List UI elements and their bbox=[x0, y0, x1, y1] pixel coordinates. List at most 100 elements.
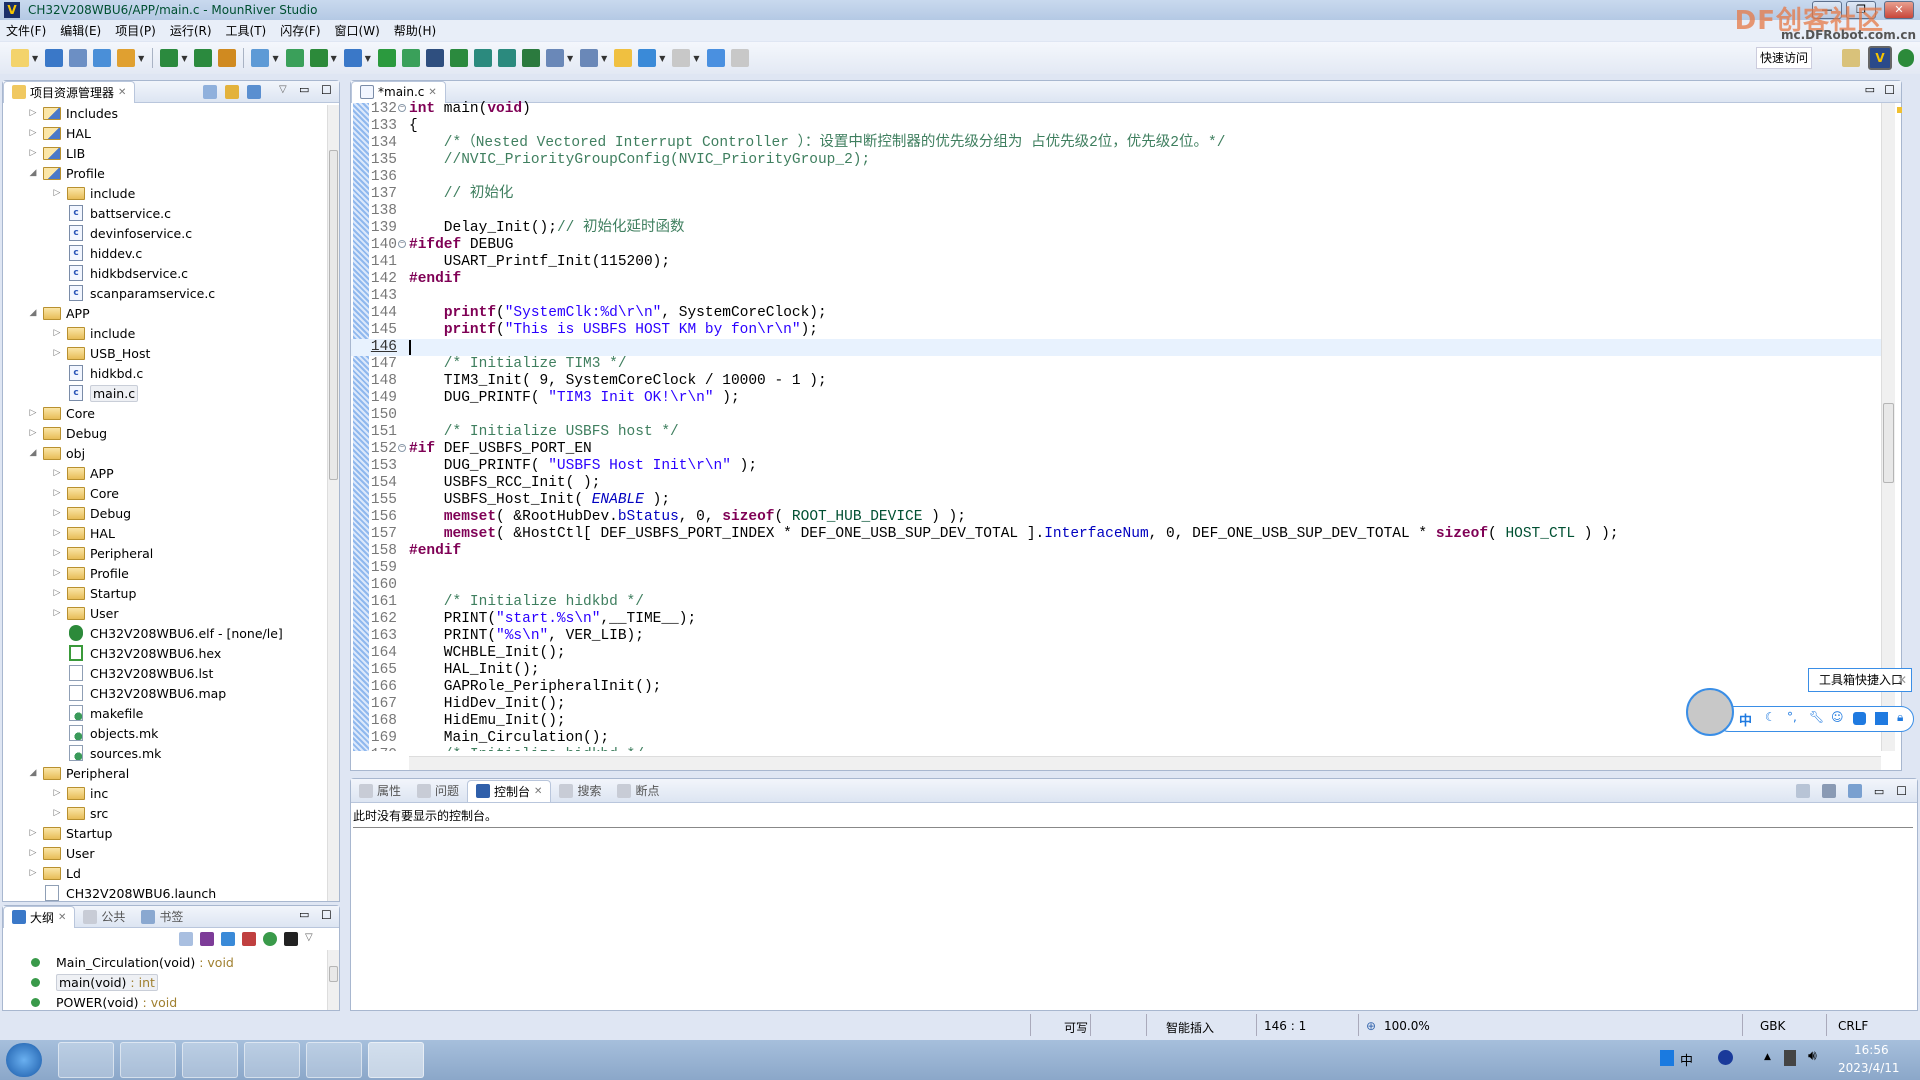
code-line[interactable]: 158 #endif bbox=[351, 543, 1881, 560]
code-line[interactable]: 138 bbox=[351, 203, 1881, 220]
help-doc-icon[interactable] bbox=[401, 49, 420, 67]
tab-problems[interactable]: 问题 bbox=[409, 780, 467, 802]
punctuation-icon[interactable]: °, bbox=[1787, 710, 1797, 724]
forward-arrow-icon[interactable] bbox=[672, 49, 691, 67]
menu-item[interactable]: 运行(R) bbox=[170, 22, 212, 39]
tree-item[interactable]: c main.c bbox=[51, 383, 139, 403]
list-icon[interactable] bbox=[545, 49, 564, 67]
save-icon[interactable] bbox=[45, 49, 64, 67]
hide-macros-icon[interactable] bbox=[284, 932, 298, 946]
menu-item[interactable]: 项目(P) bbox=[115, 22, 156, 39]
tree-item[interactable]: ▷ Profile bbox=[51, 563, 129, 583]
code-line[interactable]: 163 PRINT("%s\n", VER_LIB); bbox=[351, 628, 1881, 645]
outline-list-icon[interactable] bbox=[580, 49, 599, 67]
code-line[interactable]: 149 DUG_PRINTF( "TIM3 Init OK!\r\n" ); bbox=[351, 390, 1881, 407]
help-tray-icon[interactable] bbox=[1718, 1050, 1733, 1065]
expanded-arrow-icon[interactable]: ◢ bbox=[27, 308, 39, 318]
code-line[interactable]: 164 WCHBLE_Init(); bbox=[351, 645, 1881, 662]
maximize-view-icon[interactable]: ☐ bbox=[321, 908, 332, 922]
code-line[interactable]: 168 HidEmu_Init(); bbox=[351, 713, 1881, 730]
clock-date[interactable]: 2023/4/11 bbox=[1838, 1061, 1900, 1075]
tree-item[interactable]: ▷ Core bbox=[51, 483, 119, 503]
tree-item[interactable]: CH32V208WBU6.map bbox=[51, 683, 226, 703]
dropdown-arrow-icon[interactable]: ▼ bbox=[331, 54, 337, 63]
tree-item[interactable]: ▷ APP bbox=[51, 463, 114, 483]
tree-item[interactable]: ▷ Ld bbox=[27, 863, 81, 883]
close-icon[interactable]: ✕ bbox=[1897, 669, 1907, 691]
sublime-icon[interactable] bbox=[244, 1042, 300, 1078]
link-with-editor-icon[interactable] bbox=[225, 85, 239, 99]
code-line[interactable]: 132 int main(void) − bbox=[351, 101, 1881, 118]
dropdown-arrow-icon[interactable]: ▼ bbox=[181, 54, 187, 63]
code-line[interactable]: 156 memset( &RootHubDev.bStatus, 0, size… bbox=[351, 509, 1881, 526]
maximize-view-icon[interactable]: ☐ bbox=[1884, 83, 1895, 97]
editor-hscrollbar[interactable] bbox=[409, 756, 1881, 770]
menu-item[interactable]: 帮助(H) bbox=[394, 22, 436, 39]
start-button[interactable] bbox=[6, 1043, 42, 1077]
back-annotation-icon[interactable] bbox=[614, 49, 633, 67]
code-line[interactable]: 161 /* Initialize hidkbd */ bbox=[351, 594, 1881, 611]
tree-item[interactable]: ◢ obj bbox=[27, 443, 86, 463]
collapsed-arrow-icon[interactable]: ▷ bbox=[27, 128, 39, 138]
open-console-icon[interactable] bbox=[1847, 784, 1862, 798]
code-line[interactable]: 165 HAL_Init(); bbox=[351, 662, 1881, 679]
tree-item[interactable]: ▷ USB_Host bbox=[51, 343, 151, 363]
tree-item[interactable]: ▷ include bbox=[51, 323, 136, 343]
code-line[interactable]: 140 #ifdef DEBUG − bbox=[351, 237, 1881, 254]
file-explorer-icon[interactable] bbox=[58, 1042, 114, 1078]
maximize-view-icon[interactable]: ☐ bbox=[321, 83, 332, 97]
menu-item[interactable]: 编辑(E) bbox=[60, 22, 101, 39]
hide-non-public-icon[interactable] bbox=[263, 932, 277, 946]
menu-item[interactable]: 文件(F) bbox=[6, 22, 46, 39]
tree-item[interactable]: ▷ src bbox=[51, 803, 109, 823]
clock-time[interactable]: 16:56 bbox=[1854, 1043, 1889, 1057]
moon-icon[interactable]: ☾ bbox=[1765, 710, 1776, 724]
lock-icon[interactable]: 🔒︎ bbox=[1897, 710, 1903, 725]
fold-toggle-icon[interactable]: − bbox=[398, 444, 406, 452]
code-line[interactable]: 148 TIM3_Init( 9, SystemCoreClock / 1000… bbox=[351, 373, 1881, 390]
tree-item[interactable]: ◢ APP bbox=[27, 303, 90, 323]
tree-item[interactable]: CH32V208WBU6.elf - [none/le] bbox=[51, 623, 283, 643]
code-line[interactable]: 134 /*（Nested Vectored Interrupt Control… bbox=[351, 135, 1881, 152]
network-icon[interactable] bbox=[1784, 1050, 1796, 1066]
collapsed-arrow-icon[interactable]: ▷ bbox=[51, 328, 63, 338]
dropdown-arrow-icon[interactable]: ▼ bbox=[272, 54, 278, 63]
wrench-icon[interactable]: 🔧︎ bbox=[1809, 710, 1824, 724]
tree-item[interactable]: ▷ HAL bbox=[51, 523, 115, 543]
collapsed-arrow-icon[interactable]: ▷ bbox=[51, 608, 63, 618]
hide-fields-icon[interactable] bbox=[221, 932, 235, 946]
tree-item[interactable]: ▷ Core bbox=[27, 403, 95, 423]
outline-item[interactable]: Main_Circulation(void) : void bbox=[31, 952, 234, 972]
code-line[interactable]: 135 //NVIC_PriorityGroupConfig(NVIC_Prio… bbox=[351, 152, 1881, 169]
quick-access-input[interactable]: 快速访问 bbox=[1756, 47, 1812, 69]
expanded-arrow-icon[interactable]: ◢ bbox=[27, 768, 39, 778]
refresh-icon[interactable] bbox=[449, 49, 468, 67]
emoji-icon[interactable]: ☺ bbox=[1831, 710, 1844, 724]
dropdown-arrow-icon[interactable]: ▼ bbox=[659, 54, 665, 63]
format-clear-icon[interactable] bbox=[521, 49, 540, 67]
code-line[interactable]: 157 memset( &HostCtl[ DEF_USBFS_PORT_IND… bbox=[351, 526, 1881, 543]
dropdown-arrow-icon[interactable]: ▼ bbox=[138, 54, 144, 63]
import-icon[interactable] bbox=[251, 49, 270, 67]
checkmark-disabled-icon[interactable] bbox=[730, 49, 749, 67]
code-line[interactable]: 169 Main_Circulation(); bbox=[351, 730, 1881, 747]
filter-icon[interactable] bbox=[247, 85, 261, 99]
expanded-arrow-icon[interactable]: ◢ bbox=[27, 448, 39, 458]
tab-outline-0[interactable]: 大纲 ✕ bbox=[3, 905, 76, 928]
tab-search[interactable]: 搜索 bbox=[551, 780, 609, 802]
code-line[interactable]: 141 USART_Printf_Init(115200); bbox=[351, 254, 1881, 271]
indent-icon[interactable] bbox=[473, 49, 492, 67]
build-config-icon[interactable] bbox=[117, 49, 136, 67]
tree-item[interactable]: ▷ User bbox=[51, 603, 119, 623]
save-as-icon[interactable] bbox=[93, 49, 112, 67]
dropdown-arrow-icon[interactable]: ▼ bbox=[365, 54, 371, 63]
tab-project-explorer[interactable]: 项目资源管理器 ✕ bbox=[3, 80, 136, 103]
code-line[interactable]: 139 Delay_Init();// 初始化延时函数 bbox=[351, 220, 1881, 237]
display-console-icon[interactable] bbox=[1821, 784, 1836, 798]
collapsed-arrow-icon[interactable]: ▷ bbox=[51, 488, 63, 498]
collapsed-arrow-icon[interactable]: ▷ bbox=[51, 468, 63, 478]
code-line[interactable]: 162 PRINT("start.%s\n",__TIME__); bbox=[351, 611, 1881, 628]
debug-perspective-icon[interactable] bbox=[1898, 49, 1914, 67]
ime-mode-button[interactable]: 中 bbox=[1739, 710, 1752, 729]
view-menu-icon[interactable]: ▽ bbox=[279, 84, 287, 95]
